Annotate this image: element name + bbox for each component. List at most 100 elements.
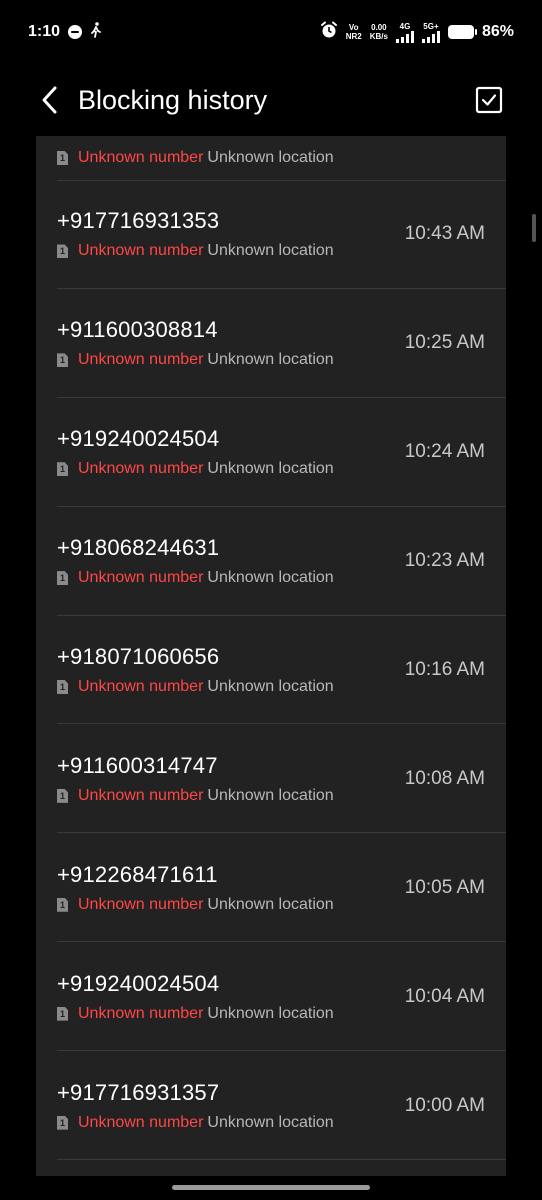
gesture-navigation-bar[interactable] bbox=[172, 1185, 370, 1190]
list-item[interactable]: +917716931357 1 Unknown number Unknown l… bbox=[36, 1051, 506, 1160]
back-button[interactable] bbox=[30, 80, 70, 120]
walking-icon bbox=[90, 21, 102, 43]
volte-bottom: NR2 bbox=[345, 32, 362, 41]
call-time: 10:43 AM bbox=[404, 223, 485, 245]
call-time: 10:23 AM bbox=[404, 550, 485, 572]
unknown-number-label: Unknown number bbox=[78, 1004, 204, 1022]
sim2-signal: 5G+ bbox=[421, 21, 440, 43]
call-info: +919240024504 1 Unknown number Unknown l… bbox=[57, 971, 405, 1023]
unknown-number-label: Unknown number bbox=[78, 678, 204, 695]
phone-number: +917716931357 bbox=[57, 1079, 220, 1105]
phone-number: +918068244631 bbox=[57, 535, 220, 561]
sim-card-icon: 1 bbox=[57, 897, 68, 912]
chevron-left-icon bbox=[42, 86, 57, 114]
unknown-location-label: Unknown location bbox=[207, 351, 334, 369]
list-item-partial[interactable]: 1 Unknown number Unknown location bbox=[36, 136, 506, 181]
unknown-location-label: Unknown location bbox=[207, 569, 334, 587]
list-item[interactable]: +911600308814 1 Unknown number Unknown l… bbox=[36, 289, 506, 398]
unknown-location-label: Unknown location bbox=[207, 895, 334, 913]
call-details: 1 Unknown number Unknown location bbox=[57, 787, 405, 805]
sim-card-icon: 1 bbox=[57, 571, 68, 586]
screen: 1:10 Vo NR2 0.00 KB/s 4G 5G+ 86% Blockin… bbox=[0, 0, 542, 1200]
call-details: 1 Unknown number Unknown location bbox=[57, 460, 405, 478]
page-title: Blocking history bbox=[78, 84, 268, 115]
signal-icon bbox=[421, 30, 440, 43]
unknown-number-label: Unknown number bbox=[78, 895, 204, 913]
status-right: Vo NR2 0.00 KB/s 4G 5G+ 86% bbox=[320, 21, 514, 44]
list-item[interactable]: +918071060656 1 Unknown number Unknown l… bbox=[36, 616, 506, 725]
list-item[interactable]: +919240024504 1 Unknown number Unknown l… bbox=[36, 942, 506, 1052]
unknown-number-label: Unknown number bbox=[78, 1113, 204, 1131]
call-details: 1 Unknown number Unknown location bbox=[57, 896, 405, 914]
call-info: +918068244631 1 Unknown number Unknown l… bbox=[57, 535, 405, 587]
sim-card-icon: 1 bbox=[57, 1115, 68, 1130]
list-item[interactable]: +919240024504 1 Unknown number Unknown l… bbox=[36, 398, 506, 507]
unknown-location-label: Unknown location bbox=[207, 786, 334, 804]
volte-top: Vo bbox=[348, 23, 359, 32]
call-details: 1 Unknown number Unknown location bbox=[57, 242, 405, 260]
unknown-number-label: Unknown number bbox=[78, 786, 204, 804]
unknown-location-label: Unknown location bbox=[207, 149, 334, 166]
phone-number: +911600308814 bbox=[57, 317, 218, 343]
status-time: 1:10 bbox=[28, 23, 61, 40]
select-button[interactable] bbox=[472, 83, 506, 117]
sim-card-icon: 1 bbox=[57, 151, 68, 165]
call-details: 1 Unknown number Unknown location bbox=[57, 678, 405, 696]
sim-card-icon: 1 bbox=[57, 680, 68, 694]
call-info: +911600308814 1 Unknown number Unknown l… bbox=[57, 317, 405, 369]
unknown-location-label: Unknown location bbox=[207, 1113, 334, 1131]
sim1-network-type: 4G bbox=[399, 21, 411, 31]
list-item[interactable]: +911600314747 1 Unknown number Unknown l… bbox=[36, 724, 506, 834]
scrollbar[interactable] bbox=[532, 214, 536, 242]
net-speed-value: 0.00 bbox=[371, 23, 387, 32]
call-time: 10:08 AM bbox=[404, 767, 485, 789]
status-left: 1:10 bbox=[28, 21, 102, 43]
unknown-number-label: Unknown number bbox=[78, 460, 204, 478]
call-info: +917716931357 1 Unknown number Unknown l… bbox=[57, 1080, 405, 1132]
sim2-network-type: 5G+ bbox=[423, 21, 439, 31]
phone-number: +919240024504 bbox=[57, 970, 220, 996]
sim1-signal: 4G bbox=[395, 21, 414, 43]
call-time: 10:04 AM bbox=[404, 985, 485, 1007]
unknown-number-label: Unknown number bbox=[78, 351, 204, 369]
call-info: +918071060656 1 Unknown number Unknown l… bbox=[57, 644, 405, 696]
net-speed-unit: KB/s bbox=[369, 32, 388, 41]
list-item[interactable]: +912268471611 1 Unknown number Unknown l… bbox=[36, 833, 506, 943]
alarm-icon bbox=[320, 21, 338, 44]
app-header: Blocking history bbox=[0, 64, 542, 136]
signal-icon bbox=[395, 30, 414, 43]
call-info: +912268471611 1 Unknown number Unknown l… bbox=[57, 862, 405, 914]
call-time: 10:24 AM bbox=[404, 441, 485, 463]
call-time: 10:25 AM bbox=[404, 332, 485, 354]
sim-card-icon: 1 bbox=[57, 788, 68, 803]
blocked-calls-list[interactable]: 1 Unknown number Unknown location +91771… bbox=[36, 136, 506, 1176]
list-item[interactable]: +918068244631 1 Unknown number Unknown l… bbox=[36, 507, 506, 616]
unknown-number-label: Unknown number bbox=[78, 242, 204, 260]
phone-number: +917716931353 bbox=[57, 208, 220, 234]
call-time: 10:05 AM bbox=[404, 876, 485, 898]
phone-number: +918071060656 bbox=[57, 644, 220, 669]
message-bubble-icon bbox=[68, 25, 83, 39]
unknown-number-label: Unknown number bbox=[78, 149, 204, 166]
call-time: 10:16 AM bbox=[404, 659, 485, 680]
volte-indicator: Vo NR2 bbox=[346, 23, 362, 41]
call-details: 1 Unknown number Unknown location bbox=[57, 1114, 405, 1132]
call-info: +919240024504 1 Unknown number Unknown l… bbox=[57, 426, 405, 478]
battery-icon bbox=[447, 25, 477, 39]
call-info: +911600314747 1 Unknown number Unknown l… bbox=[57, 753, 405, 805]
call-details: 1 Unknown number Unknown location bbox=[57, 351, 405, 369]
sim-card-icon: 1 bbox=[57, 1006, 68, 1021]
unknown-location-label: Unknown location bbox=[207, 1004, 334, 1022]
call-details: 1 Unknown number Unknown location bbox=[57, 149, 334, 167]
sim-card-icon: 1 bbox=[57, 462, 68, 477]
net-speed: 0.00 KB/s bbox=[370, 23, 388, 41]
list-item[interactable]: +917716931353 1 Unknown number Unknown l… bbox=[36, 180, 506, 289]
sim-card-icon: 1 bbox=[57, 244, 68, 259]
call-info: +917716931353 1 Unknown number Unknown l… bbox=[57, 208, 405, 260]
status-bar: 1:10 Vo NR2 0.00 KB/s 4G 5G+ 86% bbox=[0, 0, 542, 64]
call-time: 10:00 AM bbox=[404, 1094, 485, 1116]
phone-number: +912268471611 bbox=[57, 861, 218, 887]
phone-number: +911600314747 bbox=[57, 752, 218, 778]
call-details: 1 Unknown number Unknown location bbox=[57, 569, 405, 587]
battery-percent: 86% bbox=[481, 23, 514, 40]
